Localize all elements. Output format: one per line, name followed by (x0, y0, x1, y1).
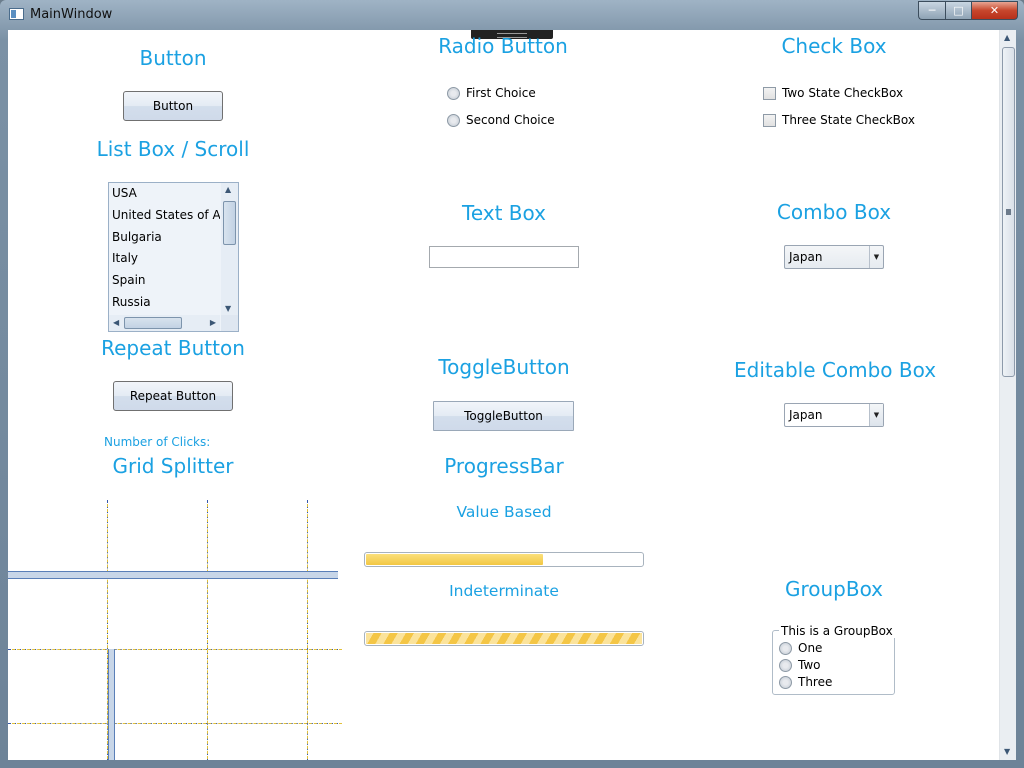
minimize-icon: ─ (928, 4, 936, 17)
chevron-down-icon[interactable]: ▼ (869, 404, 883, 426)
groupbox-radio-one[interactable]: One (779, 641, 822, 655)
list-item[interactable]: USA (109, 183, 220, 205)
grid-line (8, 723, 338, 724)
repeat-button[interactable]: Repeat Button (113, 381, 233, 411)
minimize-button[interactable]: ─ (918, 1, 945, 20)
combo-selected-value: Japan (789, 250, 823, 264)
progress-fill (366, 554, 543, 565)
listbox-horizontal-scrollbar[interactable]: ◀ ▶ (109, 315, 220, 331)
grid-splitter-section-title: Grid Splitter (112, 454, 234, 478)
indeterminate-progress-bar (364, 631, 644, 646)
scroll-left-icon[interactable]: ◀ (113, 319, 119, 327)
demo-button[interactable]: Button (123, 91, 223, 121)
radio-label: One (798, 641, 823, 655)
groupbox-radio-two[interactable]: Two (779, 658, 821, 672)
grid-line (207, 500, 208, 760)
list-item[interactable]: Russia (109, 292, 220, 314)
country-combo-box[interactable]: Japan ▼ (784, 245, 884, 269)
checkbox-label: Three State CheckBox (782, 113, 915, 127)
progress-value-based-label: Value Based (456, 503, 552, 521)
toggle-section-title: ToggleButton (438, 355, 570, 379)
group-box: This is a GroupBox One Two Three (772, 624, 895, 695)
radio-label: First Choice (466, 86, 536, 100)
page-scroll-thumb[interactable] (1002, 47, 1015, 377)
listbox-items: USA United States of Ar Bulgaria Italy S… (109, 183, 220, 316)
progress-section-title: ProgressBar (444, 454, 564, 478)
combo-selected-value[interactable]: Japan (789, 408, 822, 422)
listbox-horizontal-thumb[interactable] (124, 317, 182, 329)
grid-line (307, 500, 308, 760)
grid-line (8, 649, 338, 650)
radio-icon (779, 658, 792, 672)
click-count-label: Number of Clicks: (104, 435, 211, 449)
window-title: MainWindow (30, 7, 113, 22)
horizontal-grid-splitter[interactable] (8, 571, 338, 579)
button-section-title: Button (139, 46, 207, 70)
radio-icon (447, 86, 460, 100)
radio-label: Two (798, 658, 821, 672)
maximize-button[interactable]: □ (945, 1, 971, 20)
textbox-section-title: Text Box (462, 201, 546, 225)
caption-buttons: ─ □ ✕ (918, 1, 1018, 20)
title-bar[interactable]: MainWindow ─ □ ✕ (0, 0, 1024, 30)
listbox-vertical-thumb[interactable] (223, 201, 236, 245)
checkbox-icon (763, 86, 776, 100)
combo-section-title: Combo Box (776, 200, 892, 224)
scroll-down-icon[interactable]: ▼ (1004, 748, 1010, 756)
radio-icon (447, 113, 460, 127)
close-icon: ✕ (989, 4, 1000, 17)
list-item[interactable]: United States of Ar (109, 205, 220, 227)
radio-icon (779, 675, 792, 689)
groupbox-section-title: GroupBox (784, 577, 884, 601)
toggle-button[interactable]: ToggleButton (433, 401, 574, 431)
scrollbar-corner (221, 315, 238, 331)
checkbox-section-title: Check Box (781, 34, 887, 58)
indeterminate-stripes (366, 633, 642, 644)
radio-label: Three (798, 675, 833, 689)
listbox-vertical-scrollbar[interactable]: ▲ ▼ (221, 183, 238, 316)
editable-combo-box[interactable]: Japan ▼ (784, 403, 884, 427)
list-item[interactable]: Italy (109, 248, 220, 270)
chevron-down-icon[interactable]: ▼ (869, 246, 883, 268)
scroll-down-icon[interactable]: ▼ (225, 305, 231, 313)
listbox-section-title: List Box / Scroll (96, 137, 250, 161)
scroll-up-icon[interactable]: ▲ (225, 186, 231, 194)
text-input[interactable] (429, 246, 579, 268)
vertical-grid-splitter[interactable] (108, 649, 115, 760)
three-state-checkbox[interactable]: Three State CheckBox (763, 113, 915, 127)
page-vertical-scrollbar[interactable]: ▲ ▼ (999, 30, 1016, 760)
value-progress-bar (364, 552, 644, 567)
repeat-section-title: Repeat Button (101, 336, 245, 360)
scroll-right-icon[interactable]: ▶ (210, 319, 216, 327)
editable-combo-section-title: Editable Combo Box (734, 358, 937, 382)
close-button[interactable]: ✕ (971, 1, 1018, 20)
checkbox-label: Two State CheckBox (782, 86, 904, 100)
app-icon (9, 8, 24, 20)
list-item[interactable]: Bulgaria (109, 227, 220, 249)
radio-first-choice[interactable]: First Choice (447, 86, 536, 100)
radio-section-title: Radio Button (438, 34, 568, 58)
scroll-up-icon[interactable]: ▲ (1004, 34, 1010, 42)
window-frame: MainWindow ─ □ ✕ Button Button List Box … (0, 0, 1024, 768)
checkbox-icon (763, 113, 776, 127)
radio-icon (779, 641, 792, 655)
two-state-checkbox[interactable]: Two State CheckBox (763, 86, 903, 100)
list-item[interactable]: Spain (109, 270, 220, 292)
country-listbox[interactable]: USA United States of Ar Bulgaria Italy S… (108, 182, 239, 332)
groupbox-header: This is a GroupBox (779, 624, 895, 638)
progress-indeterminate-label: Indeterminate (449, 582, 559, 600)
maximize-icon: □ (953, 4, 964, 17)
radio-second-choice[interactable]: Second Choice (447, 113, 555, 127)
radio-label: Second Choice (466, 113, 555, 127)
groupbox-radio-three[interactable]: Three (779, 675, 832, 689)
client-area: Button Button List Box / Scroll USA Unit… (8, 30, 1016, 760)
